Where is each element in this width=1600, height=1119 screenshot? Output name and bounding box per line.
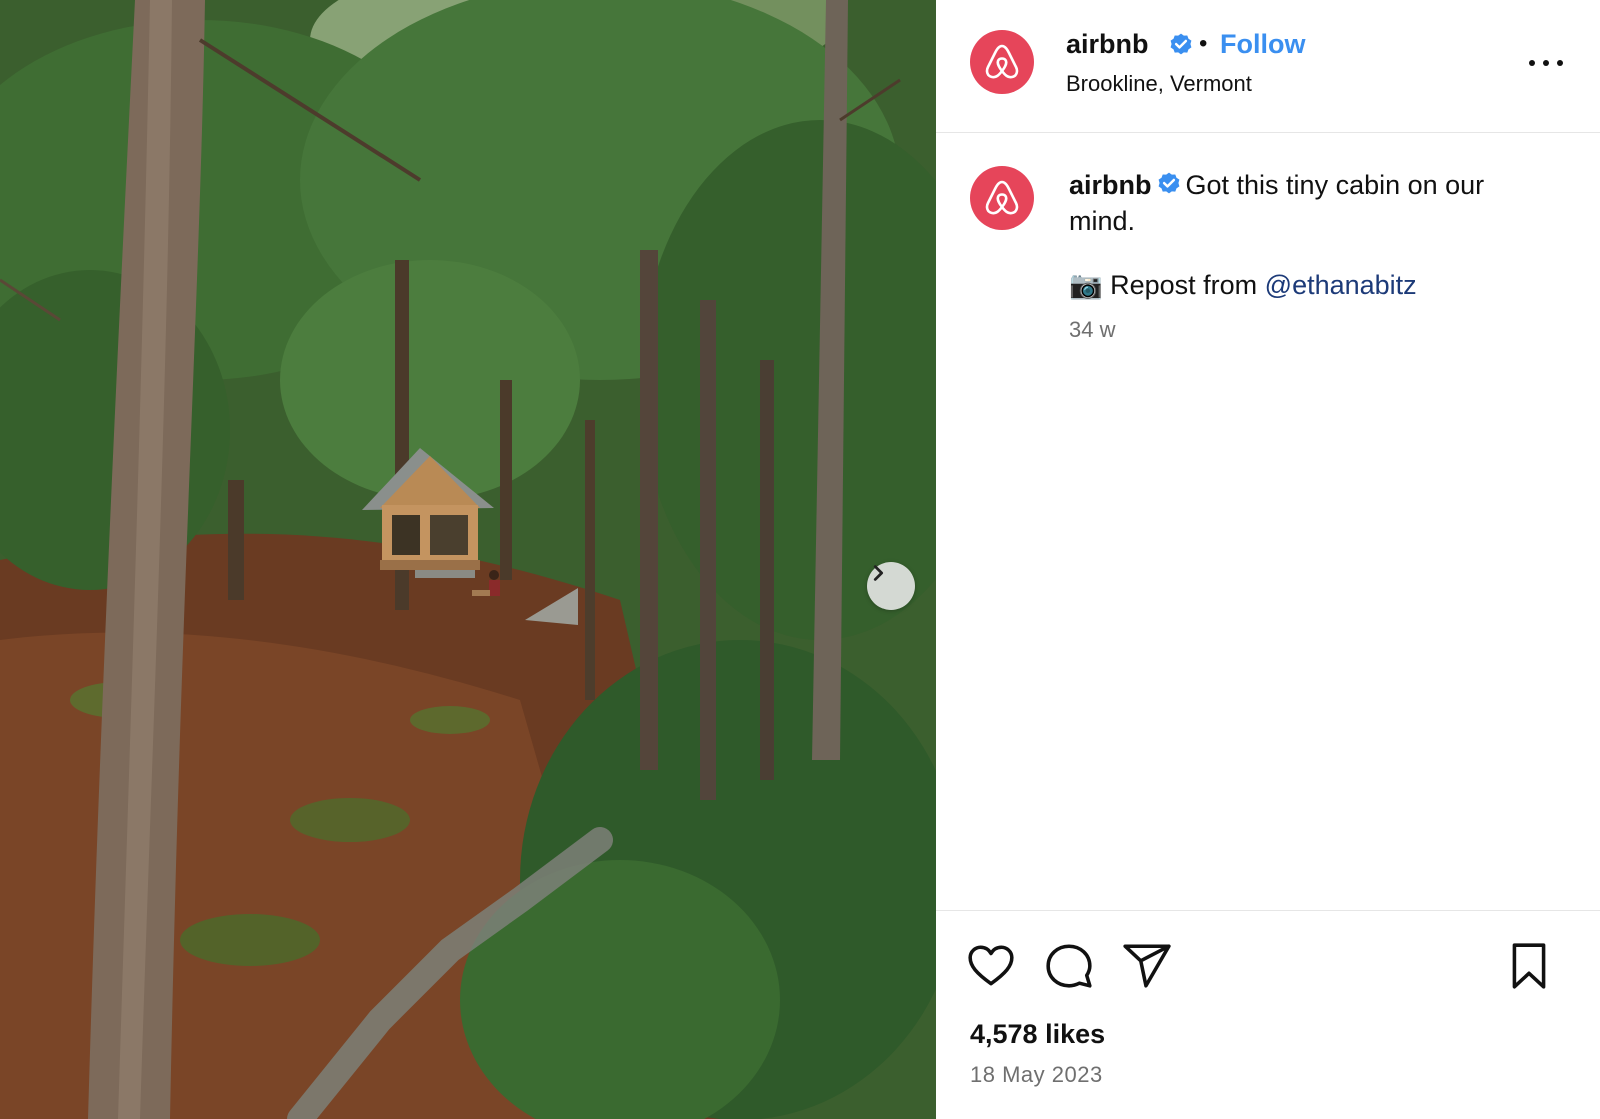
- caption-username[interactable]: airbnb: [1069, 170, 1152, 200]
- verified-badge-icon: [1170, 33, 1192, 55]
- heart-icon[interactable]: [966, 941, 1016, 991]
- account-username[interactable]: airbnb: [1066, 29, 1149, 60]
- post-date: 18 May 2023: [970, 1062, 1103, 1087]
- more-options-icon[interactable]: [1526, 50, 1566, 74]
- account-avatar[interactable]: [970, 30, 1034, 94]
- send-icon[interactable]: [1122, 941, 1172, 991]
- separator-dot: •: [1199, 30, 1208, 57]
- post-header: airbnb • Follow Brookline, Vermont: [936, 0, 1600, 133]
- post-location[interactable]: Brookline, Vermont: [1066, 71, 1252, 97]
- mention-link[interactable]: @ethanabitz: [1265, 270, 1417, 300]
- airbnb-logo-icon: [985, 44, 1019, 79]
- post-actions: 4,578 likes 18 May 2023: [936, 910, 1600, 1119]
- repost-credit: 📷 Repost from @ethanabitz: [1069, 269, 1417, 301]
- bookmark-icon[interactable]: [1504, 941, 1554, 991]
- caption-text-block: airbnb Got this tiny cabin on our mind.: [1069, 167, 1549, 239]
- caption-avatar[interactable]: [970, 166, 1034, 230]
- chevron-right-icon: [873, 565, 884, 581]
- verified-badge-icon: [1158, 172, 1179, 194]
- forest-cabin-illustration: [0, 0, 936, 1119]
- post-photo[interactable]: [0, 0, 936, 1119]
- airbnb-logo-icon: [985, 180, 1019, 215]
- caption-time-ago[interactable]: 34 w: [1069, 317, 1115, 343]
- comment-icon[interactable]: [1044, 941, 1094, 991]
- follow-button[interactable]: Follow: [1220, 29, 1305, 60]
- post-details-panel: airbnb • Follow Brookline, Vermont airbn…: [936, 0, 1600, 1119]
- repost-prefix: 📷 Repost from: [1069, 270, 1265, 300]
- carousel-next-button[interactable]: [867, 562, 915, 610]
- likes-count[interactable]: 4,578 likes: [970, 1019, 1105, 1050]
